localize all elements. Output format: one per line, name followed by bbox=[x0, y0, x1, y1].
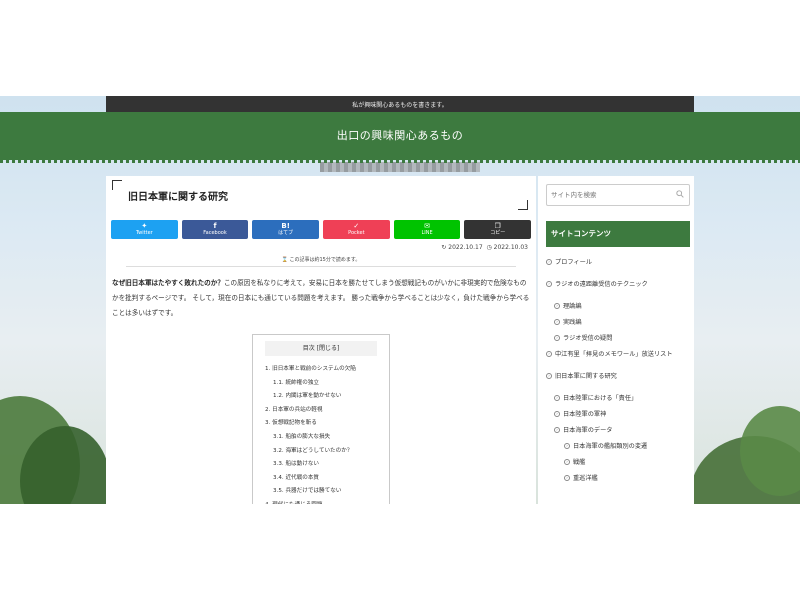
sidebar: サイトコンテンツ ›プロフィール›ラジオの遠距離受信のテクニック›理論編›実践編… bbox=[538, 176, 694, 504]
chevron-right-icon: › bbox=[546, 259, 552, 265]
search-box bbox=[546, 184, 690, 206]
divider bbox=[126, 266, 516, 267]
share-label: Pocket bbox=[348, 229, 365, 236]
sidebar-link-label: ラジオの遠距離受信のテクニック bbox=[555, 281, 648, 288]
sidebar-link-label: 重巡洋艦 bbox=[573, 475, 598, 482]
chevron-right-icon: › bbox=[554, 395, 560, 401]
intro-lead: なぜ旧日本軍はたやすく敗れたのか？ bbox=[112, 279, 224, 287]
sidebar-link-label: ラジオ受信の疑問 bbox=[563, 335, 613, 342]
sidebar-link[interactable]: › 日本陸軍における「責任」 bbox=[554, 392, 692, 405]
toc-link[interactable]: 3.3. 船は動けない bbox=[265, 458, 389, 472]
chevron-right-icon: › bbox=[554, 411, 560, 417]
published-date: 2022.10.17 bbox=[448, 244, 483, 251]
sidebar-link-label: 実践編 bbox=[563, 319, 582, 326]
post-dates: ↻ 2022.10.17 ◷ 2022.10.03 bbox=[441, 244, 528, 251]
search-icon[interactable] bbox=[676, 190, 684, 198]
sidebar-link-label: 日本陸軍における「責任」 bbox=[563, 395, 638, 402]
share-button-hatena[interactable]: B! はてブ bbox=[252, 220, 320, 239]
sidebar-link-label: 日本海軍の艦船類別の変遷 bbox=[573, 443, 648, 450]
toc-link[interactable]: 4. 現代にも通じる問題 bbox=[265, 499, 389, 504]
toc-link[interactable]: 3. 仮想戦記物を斬る bbox=[265, 417, 389, 431]
site-header: 出口の興味関心あるもの bbox=[0, 112, 800, 160]
updated-icon: ◷ bbox=[486, 244, 492, 251]
toc-link[interactable]: 3.2. 海軍はどうしていたのか？ bbox=[265, 445, 389, 459]
sidebar-link[interactable]: › 実践編 bbox=[554, 316, 692, 329]
chevron-right-icon: › bbox=[554, 335, 560, 341]
sidebar-link-label: 戦艦 bbox=[573, 459, 586, 466]
hourglass-icon: ⌛ bbox=[281, 257, 288, 263]
sidebar-link[interactable]: › 理論編 bbox=[554, 300, 692, 313]
share-button-pocket[interactable]: ✓ Pocket bbox=[323, 220, 390, 239]
sidebar-link-label: 旧日本軍に関する研究 bbox=[555, 373, 617, 380]
toc-link[interactable]: 1.1. 統帥権の独立 bbox=[265, 377, 389, 391]
sidebar-link-label: 日本海軍のデータ bbox=[563, 427, 613, 434]
sidebar-link[interactable]: › 旧日本軍に関する研究 bbox=[546, 370, 692, 383]
toc-link[interactable]: 3.5. 兵器だけでは勝てない bbox=[265, 485, 389, 499]
toc-link[interactable]: 3.1. 船舶の膨大な損失 bbox=[265, 431, 389, 445]
background-rock bbox=[320, 162, 480, 172]
chevron-right-icon: › bbox=[546, 373, 552, 379]
intro-paragraph: なぜ旧日本軍はたやすく敗れたのか？この原因を私なりに考えて，安易に日本を勝たせて… bbox=[112, 276, 530, 321]
toc-link[interactable]: 1.2. 内閣は軍を動かせない bbox=[265, 390, 389, 404]
sidebar-link[interactable]: › 日本海軍のデータ bbox=[554, 424, 692, 437]
read-time: ⌛ この記事は約15分で読めます。 bbox=[106, 256, 536, 263]
toc-toggle[interactable]: 目次 [閉じる] bbox=[265, 341, 377, 356]
chevron-right-icon: › bbox=[554, 303, 560, 309]
toc-list: 1. 旧日本軍と戦前のシステムの欠陥 1.1. 統帥権の独立 1.2. 内閣は軍を動… bbox=[265, 363, 389, 504]
chevron-right-icon: › bbox=[554, 319, 560, 325]
share-buttons: ✦ Twitter f Facebook B! はてブ ✓ Pocket ✉ LINE ❐ コピー bbox=[111, 220, 532, 240]
chevron-right-icon: › bbox=[564, 443, 570, 449]
chevron-right-icon: › bbox=[564, 459, 570, 465]
table-of-contents: 目次 [閉じる] 1. 旧日本軍と戦前のシステムの欠陥 1.1. 統帥権の独立 1.… bbox=[252, 334, 390, 504]
share-button-copy[interactable]: ❐ コピー bbox=[464, 220, 532, 239]
updated-date: 2022.10.03 bbox=[493, 244, 528, 251]
share-label: LINE bbox=[421, 229, 433, 236]
tagline-bar: 私が興味関心あるものを書きます。 bbox=[106, 96, 694, 112]
sidebar-link-label: 理論編 bbox=[563, 303, 582, 310]
sidebar-link[interactable]: › 日本海軍の艦船類別の変遷 bbox=[564, 440, 692, 453]
share-label: Twitter bbox=[135, 229, 153, 236]
share-button-twitter[interactable]: ✦ Twitter bbox=[111, 220, 178, 239]
sidebar-link[interactable]: › ラジオ受信の疑問 bbox=[554, 332, 692, 345]
site-contents-list: › プロフィール › ラジオの遠距離受信のテクニック › 理論編 › 実践編 › ラジオ受信の疑問… bbox=[546, 256, 692, 488]
share-label: Facebook bbox=[203, 229, 227, 236]
post-title: 旧日本軍に関する研究 bbox=[128, 192, 228, 203]
tagline-text: 私が興味関心あるものを書きます。 bbox=[352, 101, 448, 109]
sidebar-link-label: プロフィール bbox=[555, 259, 593, 266]
sidebar-link[interactable]: › 日本陸軍の軍神 bbox=[554, 408, 692, 421]
chevron-right-icon: › bbox=[554, 427, 560, 433]
page-viewport: 出口の興味関心あるもの 私が興味関心あるものを書きます。 旧日本軍に関する研究 … bbox=[0, 96, 800, 504]
title-corner-decoration bbox=[518, 200, 528, 210]
share-label: はてブ bbox=[278, 229, 294, 236]
sidebar-link[interactable]: › 中江有里「拝見のメモワール」放送リスト bbox=[546, 348, 692, 361]
chevron-right-icon: › bbox=[564, 475, 570, 481]
chevron-right-icon: › bbox=[546, 351, 552, 357]
share-button-facebook[interactable]: f Facebook bbox=[181, 220, 249, 239]
search-input[interactable] bbox=[551, 188, 667, 202]
sidebar-link[interactable]: › 重巡洋艦 bbox=[564, 472, 692, 485]
share-button-line[interactable]: ✉ LINE bbox=[393, 220, 461, 239]
header-edge bbox=[0, 160, 800, 163]
read-time-text: この記事は約15分で読めます。 bbox=[289, 257, 361, 263]
sidebar-link[interactable]: › ラジオの遠距離受信のテクニック bbox=[546, 278, 692, 291]
toc-link[interactable]: 1. 旧日本軍と戦前のシステムの欠陥 bbox=[265, 363, 389, 377]
sidebar-link[interactable]: › 戦艦 bbox=[564, 456, 692, 469]
sidebar-link[interactable]: › プロフィール bbox=[546, 256, 692, 269]
title-corner-decoration bbox=[112, 180, 122, 190]
sidebar-link-label: 中江有里「拝見のメモワール」放送リスト bbox=[555, 351, 673, 358]
toc-link[interactable]: 3.4. 近代戦の本質 bbox=[265, 472, 389, 486]
site-title[interactable]: 出口の興味関心あるもの bbox=[0, 127, 800, 143]
toc-link[interactable]: 2. 日本軍の兵站の軽視 bbox=[265, 404, 389, 418]
sidebar-link-label: 日本陸軍の軍神 bbox=[563, 411, 607, 418]
published-icon: ↻ bbox=[441, 244, 447, 251]
main-content: 旧日本軍に関する研究 ✦ Twitter f Facebook B! はてブ ✓ Pocket… bbox=[106, 176, 536, 504]
chevron-right-icon: › bbox=[546, 281, 552, 287]
share-label: コピー bbox=[490, 229, 506, 236]
widget-title: サイトコンテンツ bbox=[546, 221, 690, 247]
